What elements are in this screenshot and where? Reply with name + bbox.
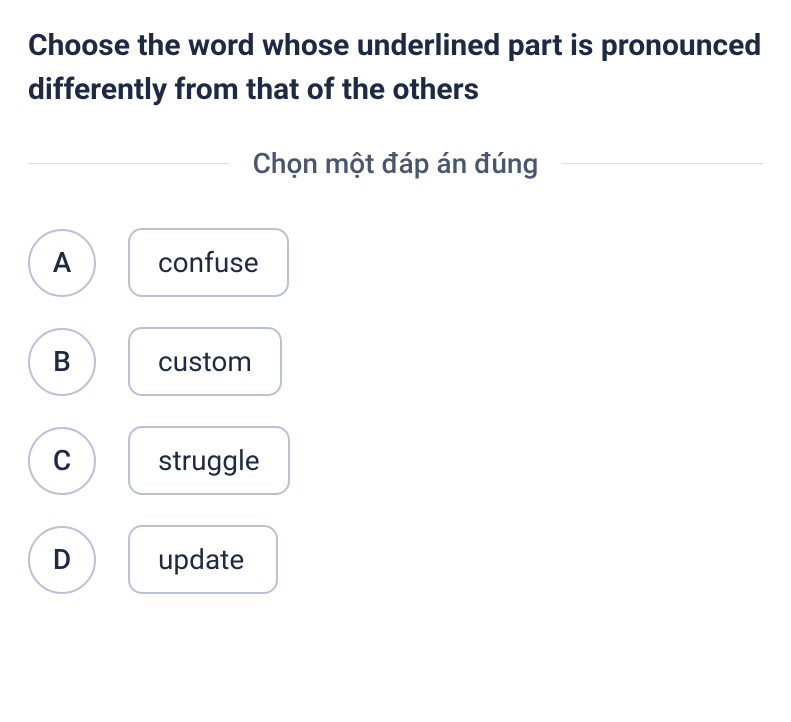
- option-row-c: C struggle: [28, 426, 763, 495]
- divider-line-left: [28, 163, 229, 164]
- option-letter-a[interactable]: A: [28, 229, 96, 297]
- question-text: Choose the word whose underlined part is…: [28, 24, 763, 111]
- option-word-b[interactable]: custom: [128, 327, 282, 396]
- instruction-label: Chọn một đáp án đúng: [229, 147, 563, 180]
- option-word-c[interactable]: struggle: [128, 426, 290, 495]
- instruction-divider: Chọn một đáp án đúng: [28, 147, 763, 180]
- options-list: A confuse B custom C struggle D update: [28, 228, 763, 594]
- option-word-a[interactable]: confuse: [128, 228, 289, 297]
- option-row-d: D update: [28, 525, 763, 594]
- option-row-b: B custom: [28, 327, 763, 396]
- option-letter-c[interactable]: C: [28, 427, 96, 495]
- option-letter-b[interactable]: B: [28, 328, 96, 396]
- divider-line-right: [562, 163, 763, 164]
- option-word-d[interactable]: update: [128, 525, 278, 594]
- option-letter-d[interactable]: D: [28, 526, 96, 594]
- option-row-a: A confuse: [28, 228, 763, 297]
